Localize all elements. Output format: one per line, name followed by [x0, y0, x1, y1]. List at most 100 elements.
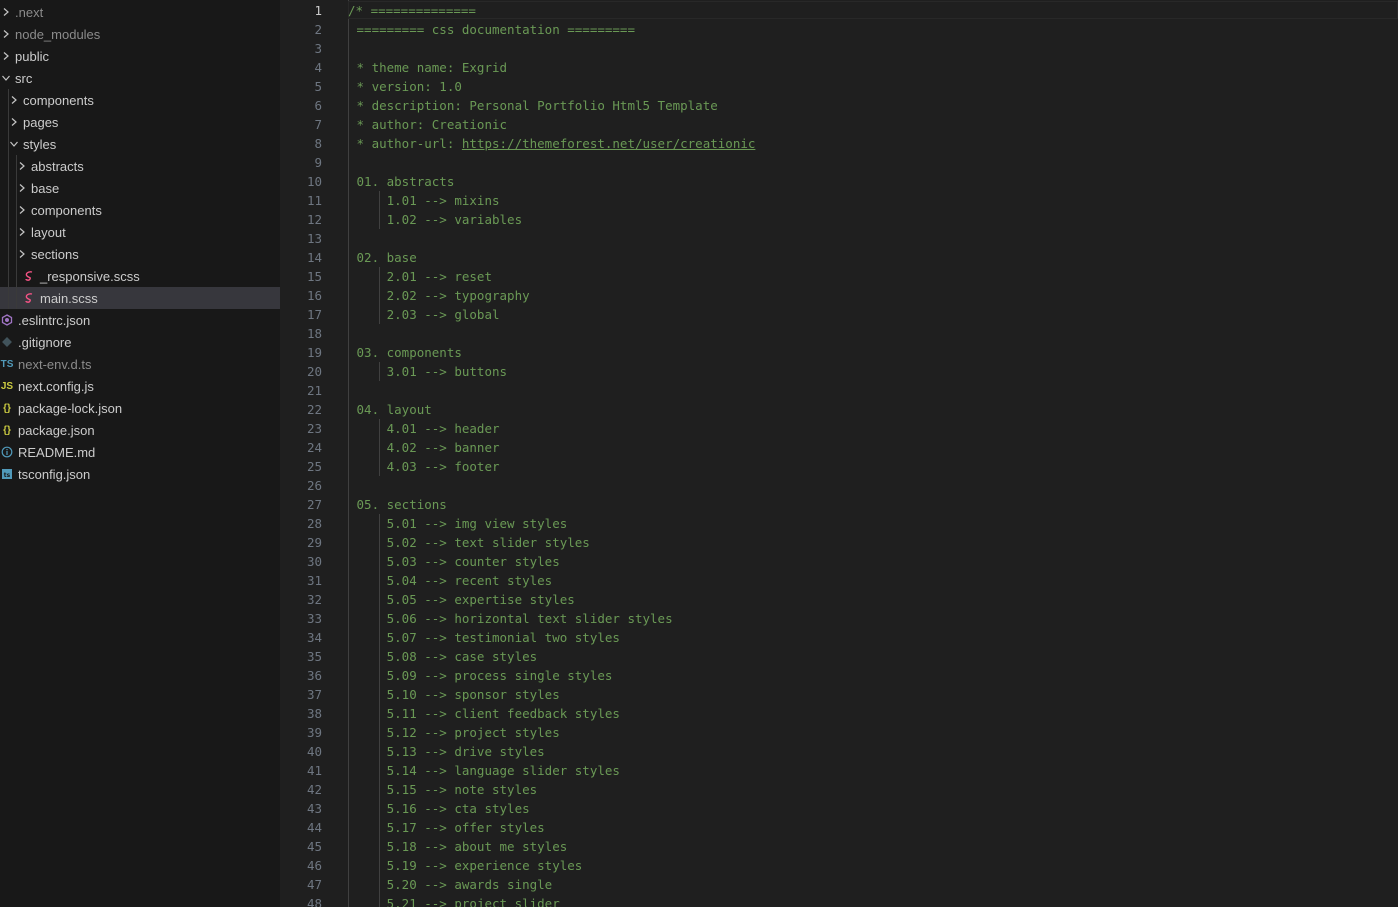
- tree-item-label: node_modules: [15, 26, 101, 42]
- tree-item-label: tsconfig.json: [18, 466, 91, 482]
- code-line[interactable]: * theme name: Exgrid: [349, 58, 508, 77]
- folder-item[interactable]: public: [0, 45, 280, 67]
- code-line[interactable]: 5.07 --> testimonial two styles: [349, 628, 620, 647]
- code-line[interactable]: 1.02 --> variables: [349, 210, 522, 229]
- code-line[interactable]: 4.01 --> header: [349, 419, 500, 438]
- json-icon: {}: [3, 424, 11, 436]
- file-item[interactable]: {} package-lock.json: [0, 397, 280, 419]
- indent-guide: [379, 191, 380, 229]
- file-item[interactable]: README.md: [0, 441, 280, 463]
- line-number: 47: [306, 877, 322, 892]
- chevron-down-icon: [1, 67, 11, 89]
- folder-item[interactable]: components: [0, 89, 280, 111]
- code-line[interactable]: 01. abstracts: [349, 172, 455, 191]
- code-line[interactable]: * author: Creationic: [349, 115, 508, 134]
- code-line[interactable]: 5.06 --> horizontal text slider styles: [349, 609, 673, 628]
- code-line[interactable]: 5.12 --> project styles: [349, 723, 560, 742]
- folder-item[interactable]: src: [0, 67, 280, 89]
- file-item[interactable]: .gitignore: [0, 331, 280, 353]
- tree-item-label: components: [23, 92, 94, 108]
- typescript-icon: TS: [0, 358, 14, 370]
- code-line[interactable]: 2.03 --> global: [349, 305, 500, 324]
- code-line[interactable]: * author-url: https://themeforest.net/us…: [349, 134, 756, 153]
- code-line[interactable]: 5.16 --> cta styles: [349, 799, 530, 818]
- code-line[interactable]: 5.02 --> text slider styles: [349, 533, 590, 552]
- line-number: 43: [306, 801, 322, 816]
- tree-item-label: styles: [23, 136, 57, 152]
- code-line[interactable]: 5.05 --> expertise styles: [349, 590, 575, 609]
- folder-item[interactable]: node_modules: [0, 23, 280, 45]
- file-item[interactable]: main.scss: [0, 287, 280, 309]
- tsconfig-icon: ts: [0, 463, 14, 485]
- folder-item[interactable]: styles: [0, 133, 280, 155]
- file-item[interactable]: TS next-env.d.ts: [0, 353, 280, 375]
- code-line[interactable]: 04. layout: [349, 400, 432, 419]
- file-item[interactable]: _responsive.scss: [0, 265, 280, 287]
- code-line[interactable]: 5.10 --> sponsor styles: [349, 685, 560, 704]
- code-line[interactable]: 5.15 --> note styles: [349, 780, 538, 799]
- code-line[interactable]: 5.11 --> client feedback styles: [349, 704, 620, 723]
- folder-item[interactable]: sections: [0, 243, 280, 265]
- code-line[interactable]: 02. base: [349, 248, 417, 267]
- code-line[interactable]: 5.01 --> img view styles: [349, 514, 568, 533]
- line-number: 36: [306, 668, 322, 683]
- eslint-icon: [0, 309, 14, 331]
- line-number: 40: [306, 744, 322, 759]
- folder-item[interactable]: .next: [0, 1, 280, 23]
- code-line[interactable]: 5.03 --> counter styles: [349, 552, 560, 571]
- code-line[interactable]: ========= css documentation =========: [349, 20, 635, 39]
- line-number: 19: [306, 345, 322, 360]
- code-line[interactable]: 1.01 --> mixins: [349, 191, 500, 210]
- folder-item[interactable]: layout: [0, 221, 280, 243]
- file-item[interactable]: JS next.config.js: [0, 375, 280, 397]
- chevron-right-icon: [1, 23, 11, 45]
- line-number: 1: [314, 3, 322, 18]
- code-line[interactable]: * version: 1.0: [349, 77, 462, 96]
- file-item[interactable]: ts tsconfig.json: [0, 463, 280, 485]
- code-line[interactable]: 3.01 --> buttons: [349, 362, 507, 381]
- tree-item-label: public: [15, 48, 49, 64]
- line-number: 28: [306, 516, 322, 531]
- line-number: 12: [306, 212, 322, 227]
- line-number: 11: [306, 193, 322, 208]
- code-line[interactable]: 5.21 --> project slider: [349, 894, 560, 907]
- javascript-icon: JS: [0, 380, 14, 392]
- code-line[interactable]: * description: Personal Portfolio Html5 …: [349, 96, 718, 115]
- code-line[interactable]: /* ==============: [348, 1, 476, 20]
- tree-item-label: components: [31, 202, 102, 218]
- code-line[interactable]: 5.18 --> about me styles: [349, 837, 568, 856]
- indent-guide: [8, 89, 9, 309]
- tree-item-label: pages: [23, 114, 59, 130]
- code-line[interactable]: 4.03 --> footer: [349, 457, 500, 476]
- code-line[interactable]: 03. components: [349, 343, 462, 362]
- chevron-right-icon: [17, 221, 27, 243]
- code-line[interactable]: 5.14 --> language slider styles: [349, 761, 620, 780]
- line-number: 27: [306, 497, 322, 512]
- code-line[interactable]: 5.08 --> case styles: [349, 647, 538, 666]
- file-item[interactable]: {} package.json: [0, 419, 280, 441]
- code-line[interactable]: 05. sections: [349, 495, 447, 514]
- folder-item[interactable]: pages: [0, 111, 280, 133]
- current-line-highlight: [348, 1, 1398, 19]
- indent-guide: [16, 155, 17, 309]
- line-number: 25: [306, 459, 322, 474]
- indent-guide: [379, 267, 380, 324]
- folder-item[interactable]: base: [0, 177, 280, 199]
- chevron-right-icon: [17, 155, 27, 177]
- line-number: 2: [314, 22, 322, 37]
- line-number: 7: [314, 117, 322, 132]
- url-link[interactable]: https://themeforest.net/user/creationic: [462, 136, 756, 151]
- line-number: 10: [306, 174, 322, 189]
- code-line[interactable]: 2.02 --> typography: [349, 286, 530, 305]
- chevron-right-icon: [17, 243, 27, 265]
- code-editor[interactable]: 1 /* ============== 2 ========= css docume…: [280, 0, 1398, 907]
- code-line[interactable]: 5.09 --> process single styles: [349, 666, 613, 685]
- code-line[interactable]: 2.01 --> reset: [349, 267, 492, 286]
- line-number: 44: [306, 820, 322, 835]
- file-item[interactable]: .eslintrc.json: [0, 309, 280, 331]
- folder-item[interactable]: abstracts: [0, 155, 280, 177]
- code-line[interactable]: 4.02 --> banner: [349, 438, 500, 457]
- line-number: 35: [306, 649, 322, 664]
- folder-item[interactable]: components: [0, 199, 280, 221]
- code-line[interactable]: 5.19 --> experience styles: [349, 856, 583, 875]
